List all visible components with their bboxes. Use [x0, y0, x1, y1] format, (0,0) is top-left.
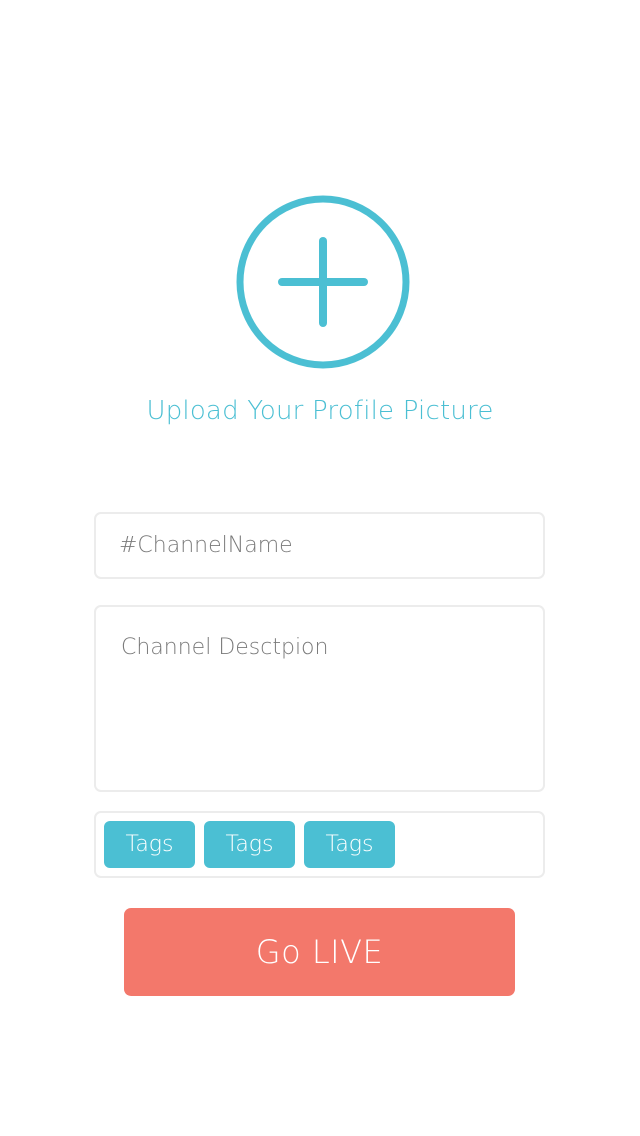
upload-profile-picture-label: Upload Your Profile Picture [146, 396, 494, 426]
channel-name-field[interactable]: #ChannelName [94, 512, 545, 579]
channel-name-placeholder: #ChannelName [119, 533, 293, 558]
tag-chip[interactable]: Tags [304, 821, 395, 868]
channel-description-field[interactable]: Channel Desctpion [94, 605, 545, 792]
tag-chip[interactable]: Tags [204, 821, 295, 868]
channel-description-placeholder: Channel Desctpion [121, 635, 329, 660]
upload-profile-picture-button[interactable] [235, 194, 411, 370]
plus-icon [236, 195, 410, 369]
go-live-button[interactable]: Go LIVE [124, 908, 515, 996]
tags-field[interactable]: Tags Tags Tags [94, 811, 545, 878]
tag-chip[interactable]: Tags [104, 821, 195, 868]
